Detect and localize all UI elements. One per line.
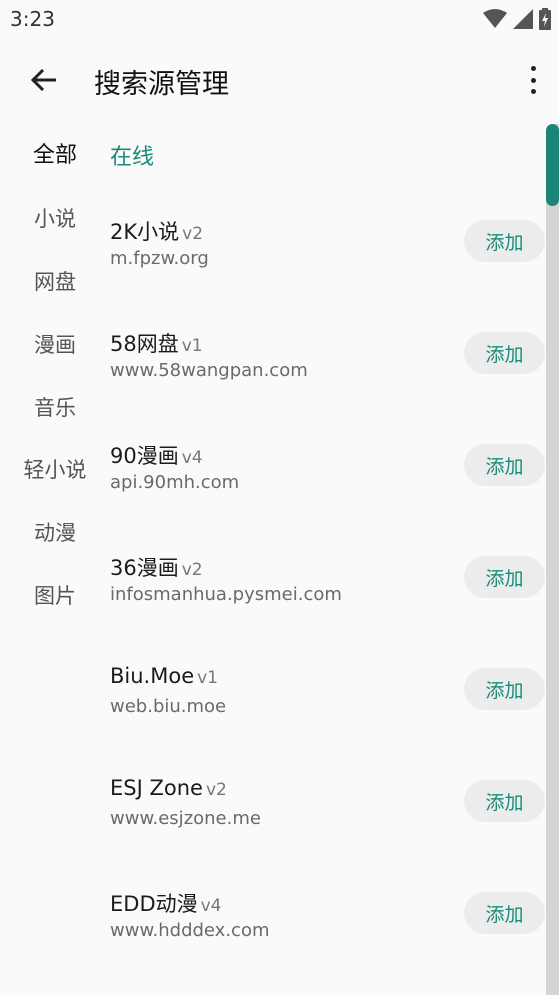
source-name: 2K小说 <box>110 220 180 244</box>
more-options-button[interactable] <box>527 64 539 96</box>
list-item[interactable]: ESJ Zone v2 www.esjzone.me 添加 <box>110 776 550 866</box>
list-item[interactable]: 36漫画 v2 infosmanhua.pysmei.com 添加 <box>110 552 550 642</box>
add-button[interactable]: 添加 <box>464 332 545 374</box>
category-novel[interactable]: 小说 <box>0 199 110 239</box>
add-button[interactable]: 添加 <box>464 556 545 598</box>
source-version: v1 <box>181 336 203 356</box>
source-url: infosmanhua.pysmei.com <box>110 584 342 605</box>
add-button[interactable]: 添加 <box>464 668 545 710</box>
source-version: v4 <box>200 896 222 916</box>
category-all[interactable]: 全部 <box>0 136 110 176</box>
source-name: EDD动漫 <box>110 892 198 916</box>
add-button[interactable]: 添加 <box>464 780 545 822</box>
back-button[interactable] <box>28 64 60 96</box>
add-button[interactable]: 添加 <box>464 444 545 486</box>
list-item[interactable]: 90漫画 v4 api.90mh.com 添加 <box>110 440 550 530</box>
list-item[interactable]: Biu.Moe v1 web.biu.moe 添加 <box>110 664 550 754</box>
category-light-novel[interactable]: 轻小说 <box>0 450 110 490</box>
battery-charging-icon <box>539 8 551 34</box>
source-url: m.fpzw.org <box>110 248 209 269</box>
status-icons <box>483 8 551 34</box>
source-url: www.58wangpan.com <box>110 360 308 381</box>
page-title: 搜索源管理 <box>94 69 229 100</box>
online-filter-label[interactable]: 在线 <box>110 139 154 171</box>
source-version: v2 <box>182 224 204 244</box>
wifi-icon <box>483 9 507 33</box>
list-item[interactable]: EDD动漫 v4 www.hdddex.com 添加 <box>110 888 550 978</box>
list-item[interactable]: 2K小说 v2 m.fpzw.org 添加 <box>110 216 550 306</box>
source-version: v4 <box>181 448 203 468</box>
category-anime[interactable]: 动漫 <box>0 513 110 553</box>
signal-icon <box>513 9 533 33</box>
source-url: www.esjzone.me <box>110 808 261 829</box>
source-name: 90漫画 <box>110 444 179 468</box>
source-name: 58网盘 <box>110 332 179 356</box>
source-version: v2 <box>181 560 203 580</box>
list-item[interactable]: 58网盘 v1 www.58wangpan.com 添加 <box>110 328 550 418</box>
category-comic[interactable]: 漫画 <box>0 325 110 365</box>
back-arrow-icon <box>30 68 56 92</box>
source-url: api.90mh.com <box>110 472 240 493</box>
add-button[interactable]: 添加 <box>464 220 545 262</box>
status-time: 3:23 <box>10 7 55 31</box>
source-name: ESJ Zone <box>110 776 203 800</box>
source-url: www.hdddex.com <box>110 920 270 941</box>
source-version: v1 <box>197 668 219 688</box>
source-version: v2 <box>205 780 227 800</box>
scrollbar-thumb[interactable] <box>546 124 559 206</box>
category-netdisk[interactable]: 网盘 <box>0 262 110 302</box>
category-music[interactable]: 音乐 <box>0 388 110 428</box>
scrollbar-track[interactable] <box>546 124 559 995</box>
source-url: web.biu.moe <box>110 696 227 717</box>
source-name: 36漫画 <box>110 556 179 580</box>
category-image[interactable]: 图片 <box>0 576 110 616</box>
app-bar: 搜索源管理 <box>0 40 559 122</box>
add-button[interactable]: 添加 <box>464 892 545 934</box>
more-vert-icon <box>530 66 536 94</box>
source-name: Biu.Moe <box>110 664 195 688</box>
status-bar: 3:23 <box>0 0 559 40</box>
